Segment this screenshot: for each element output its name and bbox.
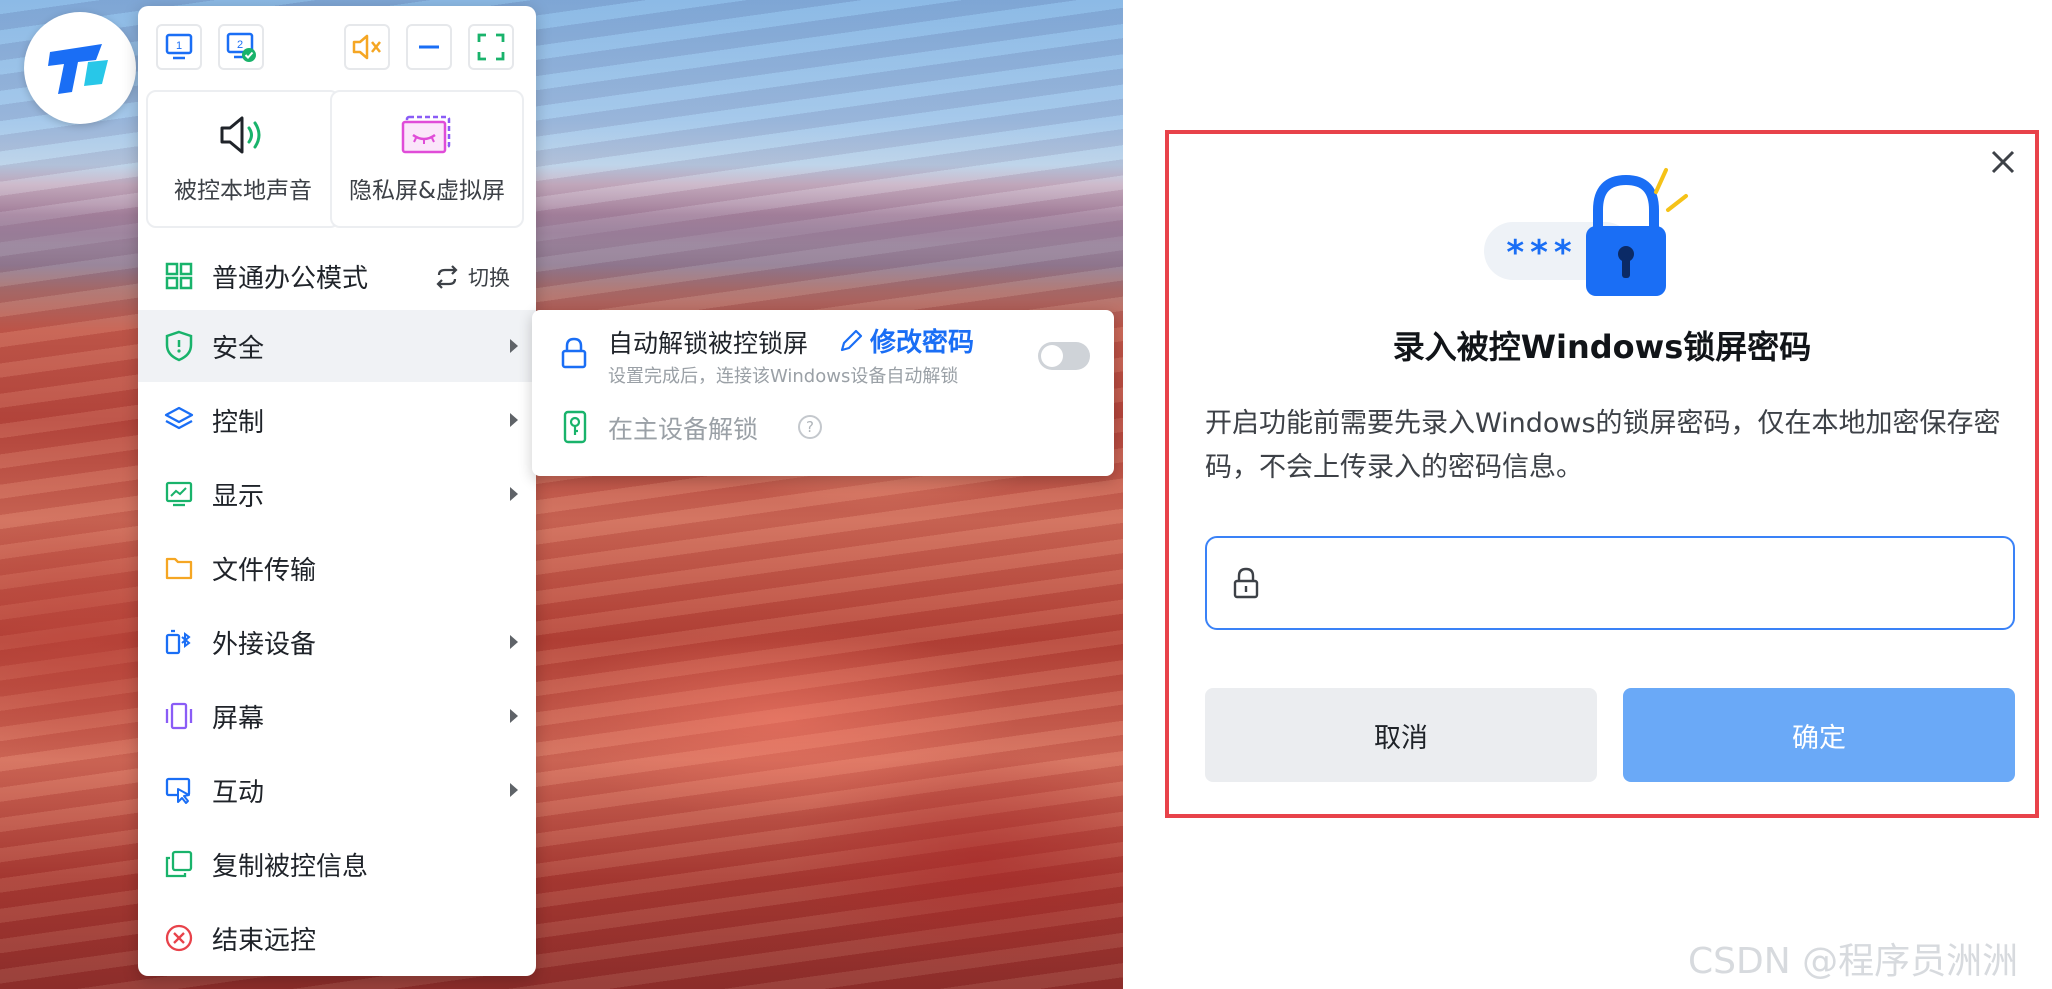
app-logo[interactable] xyxy=(24,12,136,124)
security-submenu: 自动解锁被控锁屏 修改密码 设置完成后，连接该Windows设备自动解锁 在主设… xyxy=(532,310,1114,476)
chevron-right-icon xyxy=(510,783,518,797)
chevron-right-icon xyxy=(510,339,518,353)
fullscreen-button[interactable] xyxy=(468,24,514,70)
screen-icon xyxy=(162,699,196,733)
help-icon[interactable]: ? xyxy=(798,415,822,439)
lock-password-dialog: *** 录入被控Windows锁屏密码 开启功能前需要先录入Windows的锁屏… xyxy=(1171,136,2033,812)
menu-item-display[interactable]: 显示 xyxy=(138,458,536,530)
menu-item-label: 外接设备 xyxy=(212,629,317,660)
password-field[interactable] xyxy=(1205,536,2015,630)
menu-item-label: 复制被控信息 xyxy=(212,851,369,882)
menu-item-end-remote[interactable]: 结束远控 xyxy=(138,902,536,974)
chevron-right-icon xyxy=(510,413,518,427)
chevron-right-icon xyxy=(510,635,518,649)
confirm-button[interactable]: 确定 xyxy=(1623,688,2015,782)
office-mode-label: 普通办公模式 xyxy=(212,263,369,294)
remote-control-menu: 1 2 被控本地声音 隐私屏&虚拟屏 普通办公模式 切换 安全 控制 显示 文件… xyxy=(138,6,536,976)
mute-speaker-icon xyxy=(352,34,381,60)
auto-unlock-title: 自动解锁被控锁屏 xyxy=(608,329,809,358)
menu-item-label: 文件传输 xyxy=(212,555,317,586)
chevron-right-icon xyxy=(510,709,518,723)
menu-item-file-transfer[interactable]: 文件传输 xyxy=(138,532,536,604)
password-lock-illustration: *** xyxy=(1484,168,1688,296)
auto-unlock-toggle[interactable] xyxy=(1038,342,1090,370)
menu-item-label: 安全 xyxy=(212,333,265,364)
svg-text:2: 2 xyxy=(237,39,243,51)
display-icon xyxy=(162,477,196,511)
fullscreen-icon xyxy=(477,33,505,61)
menu-item-security[interactable]: 安全 xyxy=(138,310,536,382)
dialog-title: 录入被控Windows锁屏密码 xyxy=(1392,328,1812,366)
menu-item-interaction[interactable]: 互动 xyxy=(138,754,536,826)
mute-button[interactable] xyxy=(344,24,390,70)
cancel-button[interactable]: 取消 xyxy=(1205,688,1597,782)
close-icon xyxy=(1991,150,2015,174)
menu-item-label: 控制 xyxy=(212,407,265,438)
monitor-1-button[interactable]: 1 xyxy=(156,24,202,70)
menu-item-screen[interactable]: 屏幕 xyxy=(138,680,536,752)
switch-mode-label: 切换 xyxy=(468,266,510,290)
layers-icon xyxy=(162,403,196,437)
auto-unlock-description: 设置完成后，连接该Windows设备自动解锁 xyxy=(608,366,959,387)
menu-item-copy-info[interactable]: 复制被控信息 xyxy=(138,828,536,900)
illustration-stars: *** xyxy=(1506,233,1577,273)
app-logo-icon xyxy=(48,44,108,94)
watermark: CSDN @程序员洲洲 xyxy=(1688,941,2019,982)
monitor-2-checked-icon: 2 xyxy=(226,32,256,62)
toggle-knob xyxy=(1041,345,1063,367)
shield-icon xyxy=(162,329,196,363)
close-button[interactable] xyxy=(1985,144,2021,180)
menu-item-label: 结束远控 xyxy=(212,925,317,956)
key-device-icon xyxy=(562,410,588,448)
grid-icon xyxy=(162,259,196,293)
edit-password-label: 修改密码 xyxy=(870,328,975,358)
minimize-icon xyxy=(419,45,439,49)
folder-icon xyxy=(162,551,196,585)
switch-arrows-icon xyxy=(436,265,458,289)
pencil-icon xyxy=(840,329,863,351)
lock-icon xyxy=(1233,567,1259,599)
switch-mode-button[interactable]: 切换 xyxy=(434,262,510,292)
privacy-screen-icon xyxy=(401,115,451,154)
svg-text:1: 1 xyxy=(176,40,182,52)
menu-item-control[interactable]: 控制 xyxy=(138,384,536,456)
bluetooth-device-icon xyxy=(162,625,196,659)
speaker-sound-icon xyxy=(220,116,261,154)
menu-item-label: 显示 xyxy=(212,481,265,512)
password-input[interactable] xyxy=(1279,553,1993,613)
menu-item-label: 屏幕 xyxy=(212,703,265,734)
lock-icon xyxy=(560,336,588,374)
monitor-1-icon: 1 xyxy=(165,33,193,60)
chevron-right-icon xyxy=(510,487,518,501)
device-unlock-label[interactable]: 在主设备解锁 xyxy=(608,410,758,446)
dialog-description: 开启功能前需要先录入Windows的锁屏密码，仅在本地加密保存密码，不会上传录入… xyxy=(1205,408,2001,483)
privacy-screen-card[interactable]: 隐私屏&虚拟屏 xyxy=(330,90,524,228)
menu-item-label: 互动 xyxy=(212,777,265,808)
interaction-icon xyxy=(162,773,196,807)
menu-item-external-devices[interactable]: 外接设备 xyxy=(138,606,536,678)
copy-icon xyxy=(162,847,196,881)
local-sound-card[interactable]: 被控本地声音 xyxy=(146,90,340,228)
minimize-button[interactable] xyxy=(406,24,452,70)
menu-item-office-mode: 普通办公模式 切换 xyxy=(138,240,536,312)
monitor-2-button[interactable]: 2 xyxy=(218,24,264,70)
edit-password-link[interactable]: 修改密码 xyxy=(838,322,974,359)
end-circle-x-icon xyxy=(162,921,196,955)
local-sound-label: 被控本地声音 xyxy=(174,178,312,204)
privacy-screen-label: 隐私屏&虚拟屏 xyxy=(349,178,505,204)
